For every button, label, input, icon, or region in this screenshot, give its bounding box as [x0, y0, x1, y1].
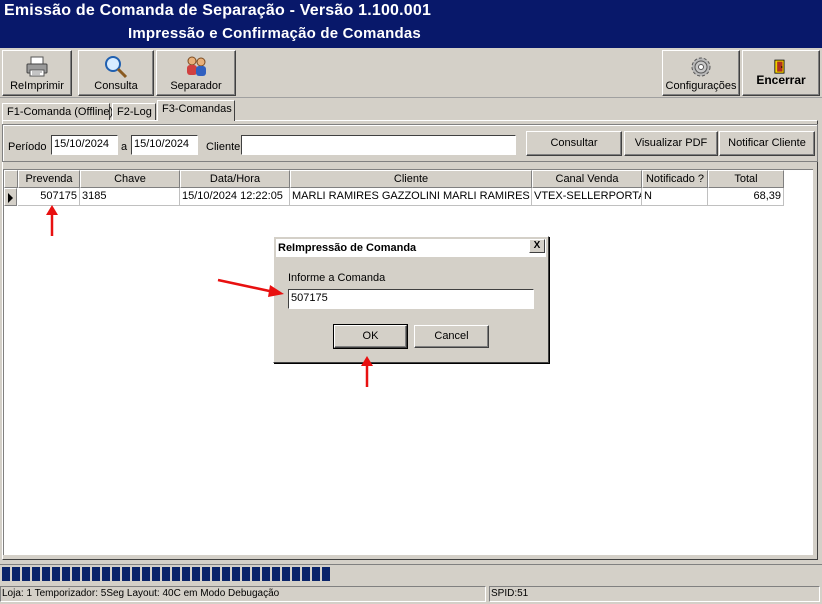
consult-button[interactable]: Consulta: [78, 50, 154, 96]
cell-data-hora[interactable]: 15/10/2024 12:22:05: [180, 188, 290, 206]
progress-block: [262, 567, 270, 581]
cell-canal-venda[interactable]: VTEX-SELLERPORTAL: [532, 188, 642, 206]
col-data-hora[interactable]: Data/Hora: [180, 170, 290, 188]
cell-cliente[interactable]: MARLI RAMIRES GAZZOLINI MARLI RAMIRES GA…: [290, 188, 532, 206]
separator-label: Separador: [170, 80, 222, 92]
date-from-field[interactable]: 15/10/2024: [51, 135, 118, 155]
tab-log[interactable]: F2-Log: [112, 103, 156, 121]
title-bar: Emissão de Comanda de Separação - Versão…: [0, 0, 822, 48]
status-bar: Loja: 1 Temporizador: 5Seg Layout: 40C e…: [0, 584, 822, 604]
window-title: Emissão de Comanda de Separação - Versão…: [4, 2, 432, 19]
progress-block: [302, 567, 310, 581]
progress-block: [242, 567, 250, 581]
progress-block: [82, 567, 90, 581]
client-label: Cliente: [206, 141, 241, 153]
printer-icon: [26, 56, 48, 77]
ok-button[interactable]: OK: [333, 324, 408, 349]
progress-block: [142, 567, 150, 581]
progress-block: [322, 567, 330, 581]
col-chave[interactable]: Chave: [80, 170, 180, 188]
tab-strip: F1-Comanda (Offline) F2-Log F3-Comandas: [0, 100, 822, 121]
progress-block: [42, 567, 50, 581]
dialog-title: ReImpressão de Comanda: [278, 242, 417, 254]
progress-block: [92, 567, 100, 581]
progress-block: [152, 567, 160, 581]
settings-label: Configurações: [665, 80, 737, 92]
progress-block: [192, 567, 200, 581]
progress-block: [272, 567, 280, 581]
progress-block: [202, 567, 210, 581]
dialog-title-bar: ReImpressão de Comanda: [276, 239, 546, 257]
col-notificado[interactable]: Notificado ?: [642, 170, 708, 188]
col-total[interactable]: Total: [708, 170, 784, 188]
view-pdf-button[interactable]: Visualizar PDF: [624, 131, 718, 156]
cancel-button[interactable]: Cancel: [414, 325, 489, 348]
cell-prevenda[interactable]: 507175: [18, 188, 80, 206]
grid-header: Prevenda Chave Data/Hora Cliente Canal V…: [4, 170, 784, 188]
window-subtitle: Impressão e Confirmação de Comandas: [128, 25, 421, 42]
table-row[interactable]: 507175 3185 15/10/2024 12:22:05 MARLI RA…: [4, 188, 784, 206]
progress-block: [312, 567, 320, 581]
date-separator-label: a: [121, 141, 128, 153]
row-pointer-icon: [8, 193, 13, 203]
progress-block: [232, 567, 240, 581]
dialog-prompt: Informe a Comanda: [288, 272, 386, 284]
progress-block: [222, 567, 230, 581]
tab-comanda-offline[interactable]: F1-Comanda (Offline): [2, 103, 113, 121]
cell-total[interactable]: 68,39: [708, 188, 784, 206]
exit-label: Encerrar: [756, 73, 806, 87]
cell-notificado[interactable]: N: [642, 188, 708, 206]
people-icon: [187, 56, 206, 76]
col-cliente[interactable]: Cliente: [290, 170, 532, 188]
exit-button[interactable]: Encerrar: [742, 50, 820, 96]
magnifier-icon: [105, 56, 128, 79]
progress-block: [12, 567, 20, 581]
progress-block: [172, 567, 180, 581]
progress-block: [252, 567, 260, 581]
progress-block: [292, 567, 300, 581]
client-input[interactable]: [241, 135, 516, 155]
toolbar: ReImprimir Consulta Separador Configuraç…: [0, 48, 822, 98]
progress-block: [112, 567, 120, 581]
settings-button[interactable]: Configurações: [662, 50, 740, 96]
grid-corner: [4, 170, 18, 188]
status-spid: SPID:51: [489, 586, 820, 602]
progress-block: [2, 567, 10, 581]
progress-block: [122, 567, 130, 581]
progress-block: [162, 567, 170, 581]
consult-label: Consulta: [94, 80, 138, 92]
gear-icon: [691, 57, 711, 77]
progress-bar: [0, 564, 822, 582]
progress-block: [102, 567, 110, 581]
progress-block: [72, 567, 80, 581]
progress-block: [282, 567, 290, 581]
progress-fill: [2, 567, 330, 581]
progress-block: [62, 567, 70, 581]
reprint-dialog: ReImpressão de Comanda X Informe a Coman…: [273, 236, 549, 363]
cell-chave[interactable]: 3185: [80, 188, 180, 206]
notify-client-button[interactable]: Notificar Cliente: [719, 131, 815, 156]
col-canal-venda[interactable]: Canal Venda: [532, 170, 642, 188]
date-to-field[interactable]: 15/10/2024: [131, 135, 198, 155]
col-prevenda[interactable]: Prevenda: [18, 170, 80, 188]
reprint-label: ReImprimir: [10, 80, 64, 92]
progress-block: [212, 567, 220, 581]
reprint-button[interactable]: ReImprimir: [2, 50, 72, 96]
period-label: Período: [8, 141, 47, 153]
progress-block: [32, 567, 40, 581]
progress-block: [52, 567, 60, 581]
comanda-input[interactable]: 507175: [288, 289, 534, 309]
progress-block: [182, 567, 190, 581]
row-indicator: [4, 188, 17, 206]
progress-block: [132, 567, 140, 581]
tab-comandas[interactable]: F3-Comandas: [157, 100, 235, 121]
progress-block: [22, 567, 30, 581]
consult-filter-button[interactable]: Consultar: [526, 131, 622, 156]
separator-button[interactable]: Separador: [156, 50, 236, 96]
status-info: Loja: 1 Temporizador: 5Seg Layout: 40C e…: [0, 586, 486, 602]
close-icon[interactable]: X: [529, 239, 545, 253]
